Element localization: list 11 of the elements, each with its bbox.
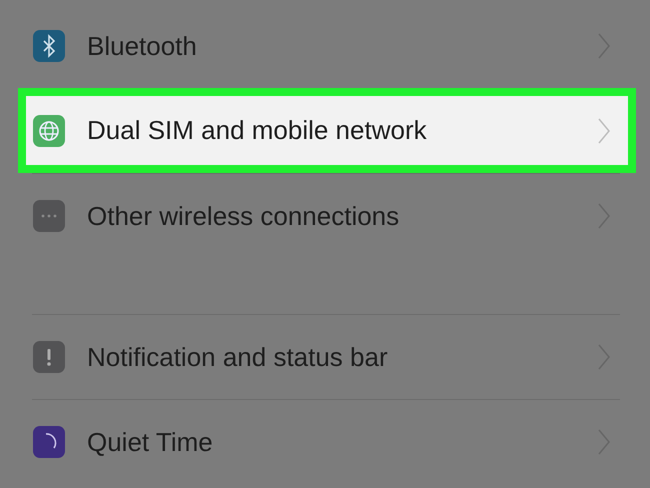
item-label: Bluetooth xyxy=(87,30,198,62)
settings-item[interactable]: Quiet Time xyxy=(0,400,650,484)
settings-item[interactable]: Other wireless connections xyxy=(0,174,650,258)
settings-item[interactable]: Dual SIM and mobile network xyxy=(18,88,636,173)
settings-item[interactable]: Notification and status bar xyxy=(0,315,650,399)
item-label: Dual SIM and mobile network xyxy=(87,115,428,146)
settings-item[interactable]: Bluetooth xyxy=(0,4,650,88)
chevron-icon xyxy=(598,118,610,144)
item-label: Other wireless connections xyxy=(87,200,400,232)
item-label: Notification and status bar xyxy=(87,342,389,372)
item-label: Quiet Time xyxy=(87,426,214,458)
